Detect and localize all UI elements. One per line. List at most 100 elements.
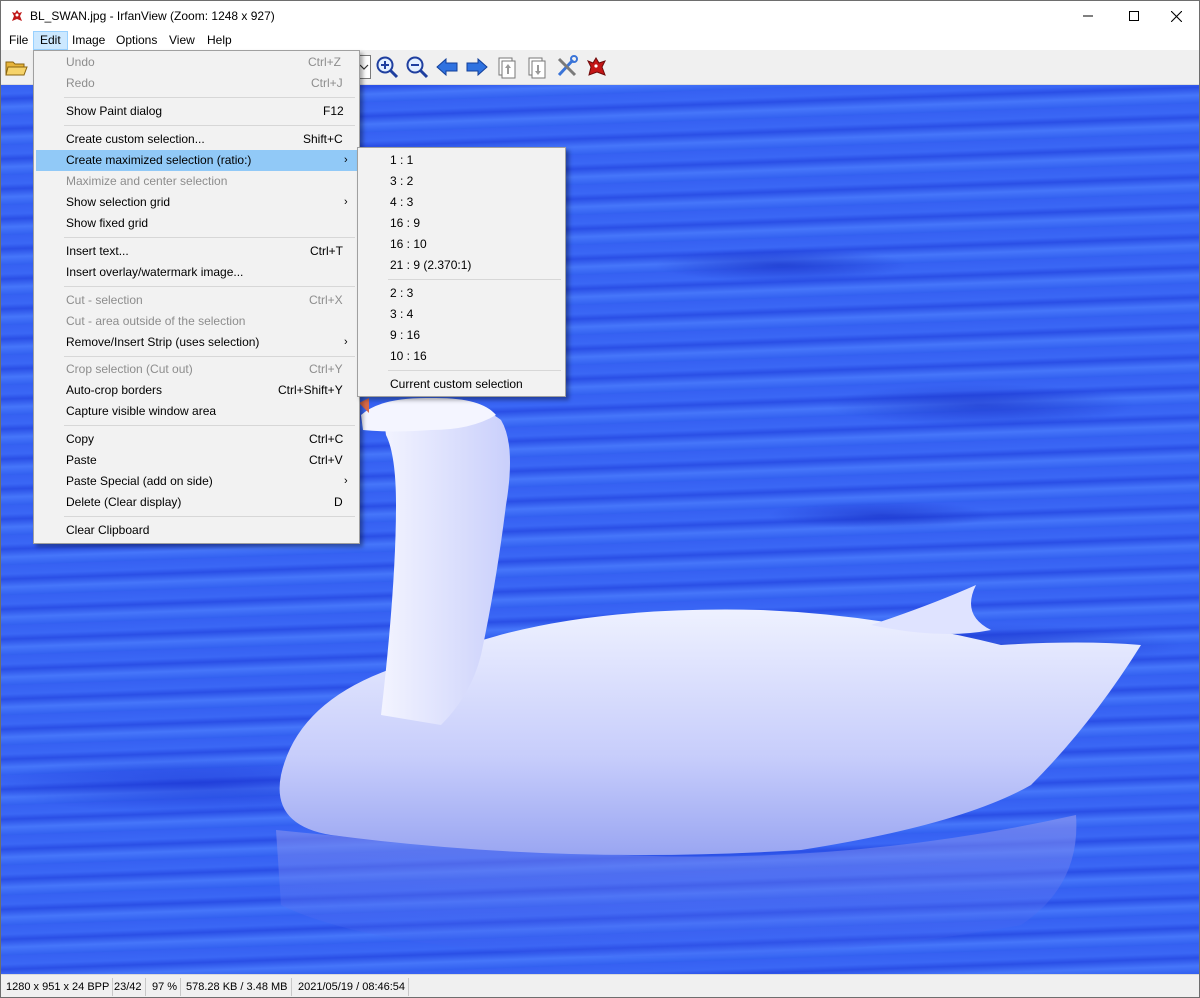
- menu-item-label: Copy: [66, 432, 95, 446]
- menu-item-label: 16 : 10: [390, 237, 427, 251]
- paste-page-icon[interactable]: [525, 55, 549, 79]
- menu-item-label: Auto-crop borders: [66, 383, 163, 397]
- menu-item-label: 10 : 16: [390, 349, 427, 363]
- ratio-item-10-16[interactable]: 10 : 16: [360, 346, 563, 367]
- menu-item-label: Crop selection (Cut out): [66, 362, 193, 376]
- menu-item-insert-overlay[interactable]: Insert overlay/watermark image...: [36, 262, 357, 283]
- menu-item-auto-crop-borders[interactable]: Auto-crop borders Ctrl+Shift+Y: [36, 380, 357, 401]
- menu-item-label: 3 : 4: [390, 307, 414, 321]
- menu-item-copy[interactable]: Copy Ctrl+C: [36, 429, 357, 450]
- menu-item-label: Insert text...: [66, 244, 129, 258]
- close-icon: [1170, 10, 1182, 22]
- menu-item-label: Show selection grid: [66, 195, 171, 209]
- menu-item-shortcut: D: [334, 495, 343, 509]
- window-title: BL_SWAN.jpg - IrfanView (Zoom: 1248 x 92…: [30, 9, 275, 23]
- menu-item-label: 2 : 3: [390, 286, 414, 300]
- menu-item-label: Paste Special (add on side): [66, 474, 213, 488]
- menu-item-capture-visible-window[interactable]: Capture visible window area: [36, 401, 357, 422]
- menu-item-create-custom-selection[interactable]: Create custom selection... Shift+C: [36, 129, 357, 150]
- status-zoom: 97 %: [149, 978, 182, 996]
- menu-item-shortcut: Shift+C: [303, 132, 343, 146]
- status-bar: 1280 x 951 x 24 BPP 23/42 97 % 578.28 KB…: [1, 974, 1199, 997]
- menu-item-label: Redo: [66, 76, 95, 90]
- zoom-out-icon[interactable]: [405, 55, 429, 79]
- ratio-item-9-16[interactable]: 9 : 16: [360, 325, 563, 346]
- menu-item-label: Cut - selection: [66, 293, 143, 307]
- menu-separator: [64, 125, 355, 126]
- menu-item-label: Show fixed grid: [66, 216, 149, 230]
- menu-item-cut-selection[interactable]: Cut - selection Ctrl+X: [36, 290, 357, 311]
- menu-item-paste[interactable]: Paste Ctrl+V: [36, 450, 357, 471]
- menu-item-remove-insert-strip[interactable]: Remove/Insert Strip (uses selection) ›: [36, 332, 357, 353]
- menu-item-label: Clear Clipboard: [66, 523, 150, 537]
- menu-view[interactable]: View: [163, 31, 201, 50]
- ratio-item-3-4[interactable]: 3 : 4: [360, 304, 563, 325]
- open-folder-icon[interactable]: [4, 55, 28, 79]
- menu-item-show-fixed-grid[interactable]: Show fixed grid: [36, 213, 357, 234]
- menu-item-label: Cut - area outside of the selection: [66, 314, 246, 328]
- menu-item-create-maximized-selection[interactable]: Create maximized selection (ratio:) ›: [36, 150, 357, 171]
- irfanview-window: BL_SWAN.jpg - IrfanView (Zoom: 1248 x 92…: [0, 0, 1200, 998]
- submenu-arrow-icon: ›: [344, 336, 348, 348]
- ratio-item-4-3[interactable]: 4 : 3: [360, 192, 563, 213]
- menu-item-show-paint-dialog[interactable]: Show Paint dialog F12: [36, 101, 357, 122]
- menu-item-delete-clear-display[interactable]: Delete (Clear display) D: [36, 492, 357, 513]
- menu-item-label: Current custom selection: [390, 377, 523, 391]
- ratio-item-16-9[interactable]: 16 : 9: [360, 213, 563, 234]
- zoom-in-icon[interactable]: [375, 55, 399, 79]
- menu-options[interactable]: Options: [110, 31, 163, 50]
- menu-item-show-selection-grid[interactable]: Show selection grid ›: [36, 192, 357, 213]
- submenu-arrow-icon: ›: [344, 196, 348, 208]
- maximize-icon: [1129, 11, 1139, 21]
- menu-item-label: 9 : 16: [390, 328, 421, 342]
- menu-file[interactable]: File: [3, 31, 34, 50]
- menu-separator: [64, 97, 355, 98]
- status-file-index: 23/42: [111, 978, 146, 996]
- minimize-icon: [1083, 15, 1093, 17]
- submenu-arrow-icon: ›: [344, 154, 348, 166]
- menu-item-crop-selection[interactable]: Crop selection (Cut out) Ctrl+Y: [36, 359, 357, 380]
- previous-icon[interactable]: [435, 55, 459, 79]
- menu-item-label: 1 : 1: [390, 153, 414, 167]
- menu-item-label: 4 : 3: [390, 195, 414, 209]
- ratio-item-21-9[interactable]: 21 : 9 (2.370:1): [360, 255, 563, 276]
- menu-separator: [64, 286, 355, 287]
- menu-separator: [64, 237, 355, 238]
- ratio-item-16-10[interactable]: 16 : 10: [360, 234, 563, 255]
- menu-item-label: 21 : 9 (2.370:1): [390, 258, 472, 272]
- menu-item-label: Show Paint dialog: [66, 104, 163, 118]
- copy-page-icon[interactable]: [495, 55, 519, 79]
- ratio-item-3-2[interactable]: 3 : 2: [360, 171, 563, 192]
- menu-item-label: Capture visible window area: [66, 404, 217, 418]
- menu-item-shortcut: Ctrl+T: [310, 244, 343, 258]
- ratio-item-2-3[interactable]: 2 : 3: [360, 283, 563, 304]
- menu-item-shortcut: F12: [323, 104, 344, 118]
- settings-tools-icon[interactable]: [555, 55, 579, 79]
- ratio-item-current-custom[interactable]: Current custom selection: [360, 374, 563, 395]
- menu-item-shortcut: Ctrl+Shift+Y: [278, 383, 343, 397]
- menu-item-clear-clipboard[interactable]: Clear Clipboard: [36, 520, 357, 541]
- menu-item-undo[interactable]: Undo Ctrl+Z: [36, 52, 357, 73]
- menu-bar: File Edit Image Options View Help: [1, 31, 1199, 50]
- menu-edit[interactable]: Edit: [33, 31, 68, 50]
- menu-item-insert-text[interactable]: Insert text... Ctrl+T: [36, 241, 357, 262]
- menu-item-label: Paste: [66, 453, 97, 467]
- menu-item-maximize-center-selection[interactable]: Maximize and center selection: [36, 171, 357, 192]
- menu-help[interactable]: Help: [201, 31, 238, 50]
- ratio-item-1-1[interactable]: 1 : 1: [360, 150, 563, 171]
- ratio-submenu: 1 : 1 3 : 2 4 : 3 16 : 9 16 : 10 21 : 9 …: [357, 147, 566, 397]
- irfanview-app-icon: [12, 10, 22, 21]
- title-bar: BL_SWAN.jpg - IrfanView (Zoom: 1248 x 92…: [1, 1, 1199, 31]
- status-file-size: 578.28 KB / 3.48 MB: [183, 978, 292, 996]
- minimize-button[interactable]: [1065, 1, 1111, 31]
- menu-item-shortcut: Ctrl+Z: [308, 55, 341, 69]
- menu-item-cut-outside[interactable]: Cut - area outside of the selection: [36, 311, 357, 332]
- menu-separator: [64, 356, 355, 357]
- irfanview-cat-icon[interactable]: [585, 55, 609, 79]
- menu-item-paste-special[interactable]: Paste Special (add on side) ›: [36, 471, 357, 492]
- menu-item-redo[interactable]: Redo Ctrl+J: [36, 73, 357, 94]
- next-icon[interactable]: [465, 55, 489, 79]
- menu-image[interactable]: Image: [66, 31, 111, 50]
- close-button[interactable]: [1153, 1, 1199, 31]
- maximize-button[interactable]: [1111, 1, 1157, 31]
